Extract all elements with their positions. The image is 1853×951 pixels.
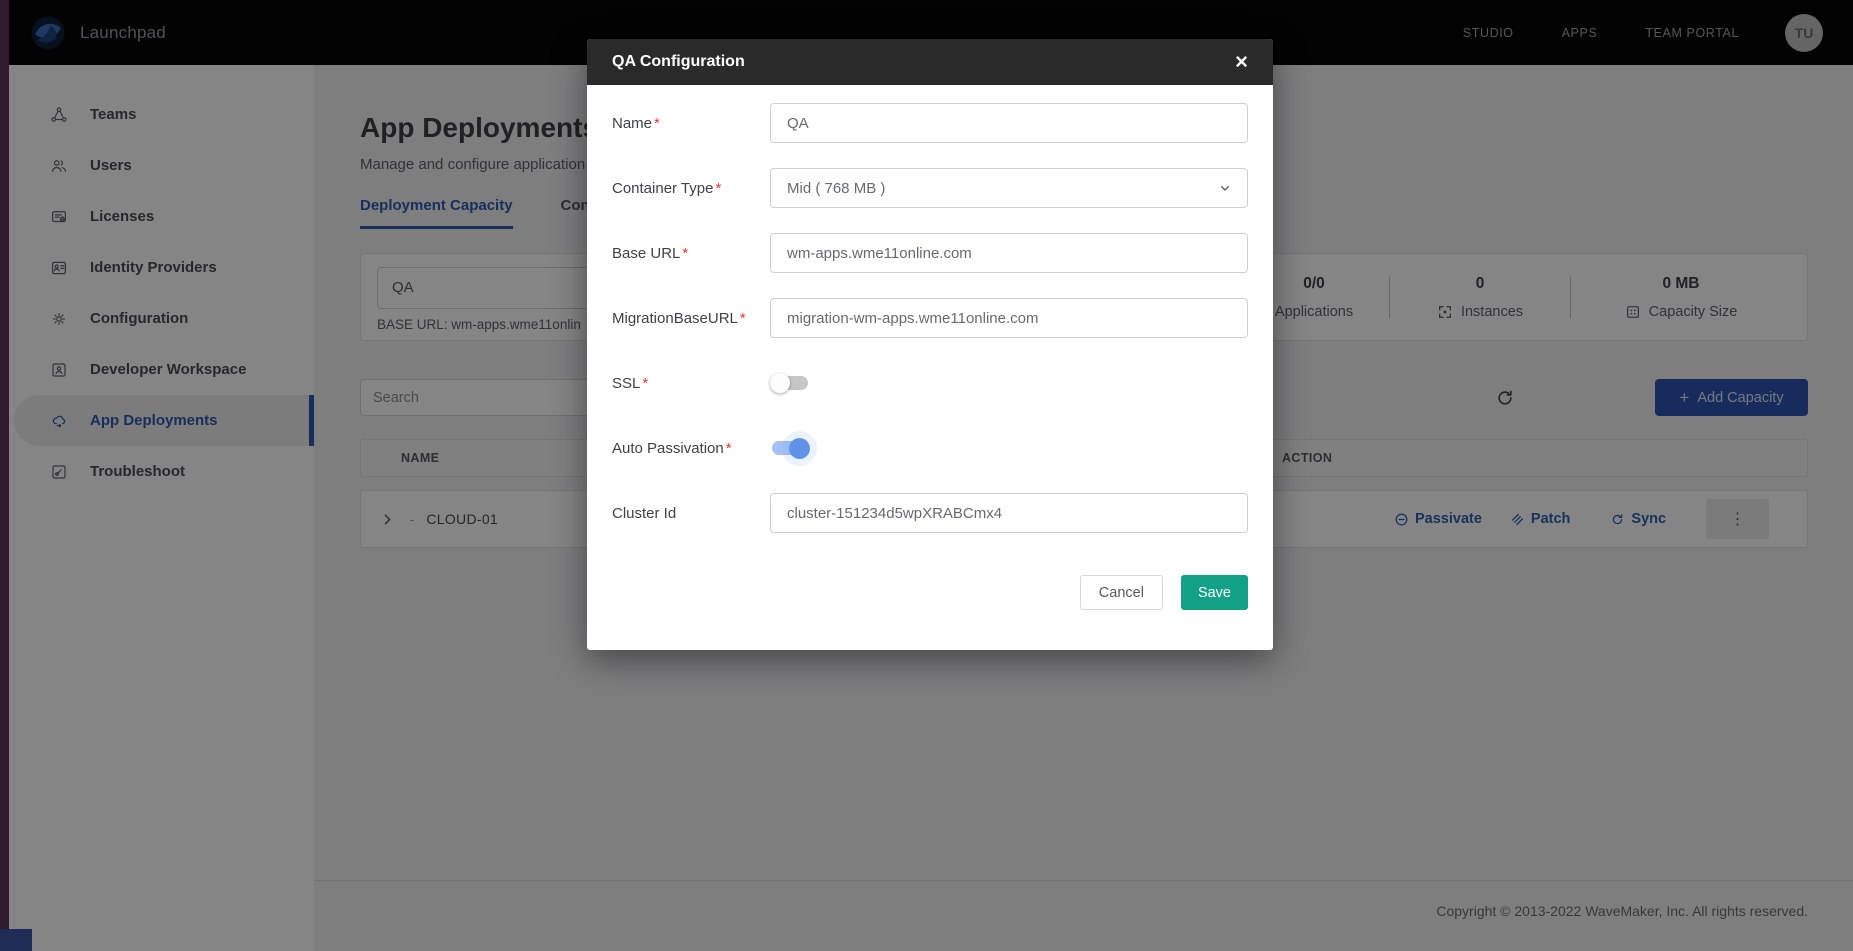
- name-field[interactable]: [770, 103, 1248, 143]
- ssl-toggle-knob: [770, 373, 790, 393]
- modal-title: QA Configuration: [612, 53, 745, 71]
- desktop-edge-strip: [0, 0, 9, 951]
- modal-button-row: Cancel Save: [612, 575, 1248, 650]
- ssl-toggle[interactable]: [772, 376, 808, 390]
- desktop-corner-block: [0, 929, 32, 951]
- required-asterisk: *: [740, 310, 746, 327]
- chevron-down-icon: [1217, 180, 1233, 196]
- container-type-field-label: Container Type*: [612, 180, 770, 197]
- cluster-id-field-label: Cluster Id: [612, 505, 770, 522]
- required-asterisk: *: [715, 180, 721, 197]
- migration-base-url-field[interactable]: [770, 298, 1248, 338]
- field-row-container-type: Container Type* Mid ( 768 MB ): [612, 168, 1248, 208]
- auto-passivation-field-label: Auto Passivation*: [612, 440, 770, 457]
- required-asterisk: *: [654, 115, 660, 132]
- cluster-id-field[interactable]: [770, 493, 1248, 533]
- cancel-button[interactable]: Cancel: [1080, 575, 1163, 610]
- ssl-field-label: SSL*: [612, 375, 770, 392]
- auto-passivation-toggle-knob: [789, 438, 810, 459]
- modal-header: QA Configuration ×: [587, 39, 1273, 85]
- qa-configuration-modal: QA Configuration × Name* Container Type*…: [587, 39, 1273, 650]
- name-field-label: Name*: [612, 115, 770, 132]
- base-url-field[interactable]: [770, 233, 1248, 273]
- base-url-field-label: Base URL*: [612, 245, 770, 262]
- auto-passivation-toggle[interactable]: [772, 441, 808, 455]
- container-type-select[interactable]: Mid ( 768 MB ): [770, 168, 1248, 208]
- close-icon[interactable]: ×: [1235, 51, 1248, 73]
- container-type-value: Mid ( 768 MB ): [787, 180, 885, 197]
- required-asterisk: *: [726, 440, 732, 457]
- app-screen: Launchpad STUDIO APPS TEAM PORTAL TU Tea…: [0, 0, 1853, 951]
- required-asterisk: *: [642, 375, 648, 392]
- migration-base-url-field-label: MigrationBaseURL*: [612, 310, 770, 327]
- modal-body: Name* Container Type* Mid ( 768 MB ) Bas…: [587, 85, 1273, 650]
- field-row-migration-base-url: MigrationBaseURL*: [612, 298, 1248, 338]
- field-row-ssl: SSL*: [612, 363, 1248, 403]
- required-asterisk: *: [682, 245, 688, 262]
- field-row-base-url: Base URL*: [612, 233, 1248, 273]
- field-row-name: Name*: [612, 103, 1248, 143]
- field-row-cluster-id: Cluster Id: [612, 493, 1248, 533]
- field-row-auto-passivation: Auto Passivation*: [612, 428, 1248, 468]
- save-button[interactable]: Save: [1181, 575, 1248, 610]
